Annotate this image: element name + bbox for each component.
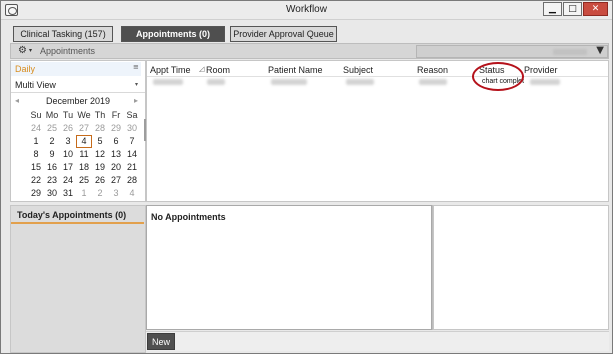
calendar-day[interactable]: 28: [92, 122, 108, 135]
calendar-day[interactable]: 10: [60, 148, 76, 161]
calendar-day[interactable]: 6: [108, 135, 124, 148]
calendar-day[interactable]: 9: [44, 148, 60, 161]
todays-appointments-panel: Today's Appointments (0): [10, 205, 146, 353]
calendar-day[interactable]: 15: [28, 161, 44, 174]
calendar-day[interactable]: 26: [92, 174, 108, 187]
calendar-day[interactable]: 24: [60, 174, 76, 187]
view-daily[interactable]: Daily: [11, 62, 141, 76]
tab-clinical-tasking[interactable]: Clinical Tasking (157): [13, 26, 113, 42]
calendar-day[interactable]: 27: [76, 122, 92, 135]
calendar-month: December 2019: [45, 96, 111, 106]
chevron-down-icon[interactable]: ▾: [135, 81, 138, 88]
weekday-label: Th: [94, 110, 106, 120]
annotation-circle: [472, 62, 524, 91]
column-appt-time[interactable]: Appt Time: [150, 65, 191, 75]
calendar-day[interactable]: 18: [76, 161, 92, 174]
redacted-room[interactable]: [207, 79, 225, 85]
calendar-day[interactable]: 13: [108, 148, 124, 161]
column-patient-name[interactable]: Patient Name: [268, 65, 323, 75]
bottom-action-bar: New: [146, 331, 609, 351]
calendar-day-selected[interactable]: 4: [76, 135, 92, 148]
window-title: Workflow: [286, 4, 327, 15]
calendar-day[interactable]: 29: [28, 187, 44, 200]
calendar-day[interactable]: 2: [44, 135, 60, 148]
column-room[interactable]: Room: [206, 65, 230, 75]
calendar-day[interactable]: 30: [124, 122, 140, 135]
weekday-label: Sa: [126, 110, 138, 120]
dropdown-arrow-icon[interactable]: ▼: [596, 45, 604, 56]
calendar-day[interactable]: 14: [124, 148, 140, 161]
calendar-day[interactable]: 7: [124, 135, 140, 148]
next-month-icon[interactable]: ▸: [134, 96, 138, 105]
appointments-list: Appt Time ◿ Room Patient Name Subject Re…: [146, 60, 609, 202]
calendar-day[interactable]: 4: [124, 187, 140, 200]
calendar-day[interactable]: 24: [28, 122, 44, 135]
header-divider: [147, 76, 608, 77]
appointment-detail-panel: No Appointments: [146, 205, 432, 330]
weekday-label: Su: [30, 110, 42, 120]
redacted-provider[interactable]: [530, 79, 560, 85]
calendar-day[interactable]: 23: [44, 174, 60, 187]
column-provider[interactable]: Provider: [524, 65, 558, 75]
calendar-day[interactable]: 20: [108, 161, 124, 174]
calendar-day[interactable]: 17: [60, 161, 76, 174]
redacted-provider-name: [553, 49, 587, 55]
calendar-day[interactable]: 1: [28, 135, 44, 148]
calendar-day[interactable]: 28: [124, 174, 140, 187]
toolbar-title: Appointments: [40, 46, 96, 56]
calendar-day[interactable]: 5: [92, 135, 108, 148]
calendar-day[interactable]: 21: [124, 161, 140, 174]
calendar-day[interactable]: 27: [108, 174, 124, 187]
calendar-day[interactable]: 3: [108, 187, 124, 200]
minimize-button[interactable]: ▁: [543, 2, 562, 16]
title-bar: Workflow ▁ □ ✕: [1, 1, 612, 20]
calendar-day[interactable]: 25: [76, 174, 92, 187]
provider-select[interactable]: ▼: [416, 45, 608, 58]
calendar-grid: Su Mo Tu We Th Fr Sa 24 25 26 27 28 29 30 1 2 3 4 5 6 7 8 9 10 1…: [28, 109, 140, 200]
no-appointments-message: No Appointments: [151, 212, 226, 222]
maximize-button[interactable]: □: [563, 2, 582, 16]
calendar-day[interactable]: 1: [76, 187, 92, 200]
redacted-appt-time[interactable]: [153, 79, 183, 85]
column-subject[interactable]: Subject: [343, 65, 373, 75]
close-button[interactable]: ✕: [583, 2, 608, 16]
calendar-day[interactable]: 31: [60, 187, 76, 200]
calendar-day[interactable]: 2: [92, 187, 108, 200]
redacted-reason[interactable]: [419, 79, 447, 85]
calendar-day[interactable]: 8: [28, 148, 44, 161]
appointments-toolbar: ⚙ ▾ Appointments ▼: [10, 43, 609, 59]
workflow-window: Workflow ▁ □ ✕ Clinical Tasking (157) Ap…: [0, 0, 613, 354]
column-reason[interactable]: Reason: [417, 65, 448, 75]
calendar-day[interactable]: 30: [44, 187, 60, 200]
weekday-label: Tu: [62, 110, 74, 120]
calendar-day[interactable]: 22: [28, 174, 44, 187]
calendar-day[interactable]: 16: [44, 161, 60, 174]
calendar-header: ◂ December 2019 ▸: [11, 96, 145, 108]
redacted-subject[interactable]: [346, 79, 374, 85]
divider: [11, 92, 145, 93]
calendar-panel: Daily ≡ Multi View ▾ ◂ December 2019 ▸ S…: [10, 60, 146, 202]
weekday-label: Mo: [45, 110, 59, 120]
tab-provider-approval-queue[interactable]: Provider Approval Queue: [230, 26, 337, 42]
preview-panel: [433, 205, 609, 330]
chevron-down-icon[interactable]: ▾: [29, 47, 32, 54]
sort-icon[interactable]: ◿: [199, 65, 204, 73]
calendar-day[interactable]: 19: [92, 161, 108, 174]
tab-underline: [11, 222, 144, 224]
new-button[interactable]: New: [147, 333, 175, 350]
weekday-label: Fr: [111, 110, 121, 120]
calendar-day[interactable]: 12: [92, 148, 108, 161]
calendar-day[interactable]: 29: [108, 122, 124, 135]
list-scroll-icon[interactable]: ≡: [133, 63, 139, 71]
calendar-day[interactable]: 11: [76, 148, 92, 161]
calendar-day[interactable]: 26: [60, 122, 76, 135]
gear-icon[interactable]: ⚙: [18, 45, 27, 56]
tab-appointments[interactable]: Appointments (0): [121, 26, 225, 42]
weekday-label: We: [77, 110, 91, 120]
redacted-patient-name[interactable]: [271, 79, 307, 85]
calendar-day[interactable]: 3: [60, 135, 76, 148]
todays-appointments-label[interactable]: Today's Appointments (0): [17, 210, 126, 220]
view-multi-view[interactable]: Multi View: [11, 78, 141, 92]
calendar-day[interactable]: 25: [44, 122, 60, 135]
